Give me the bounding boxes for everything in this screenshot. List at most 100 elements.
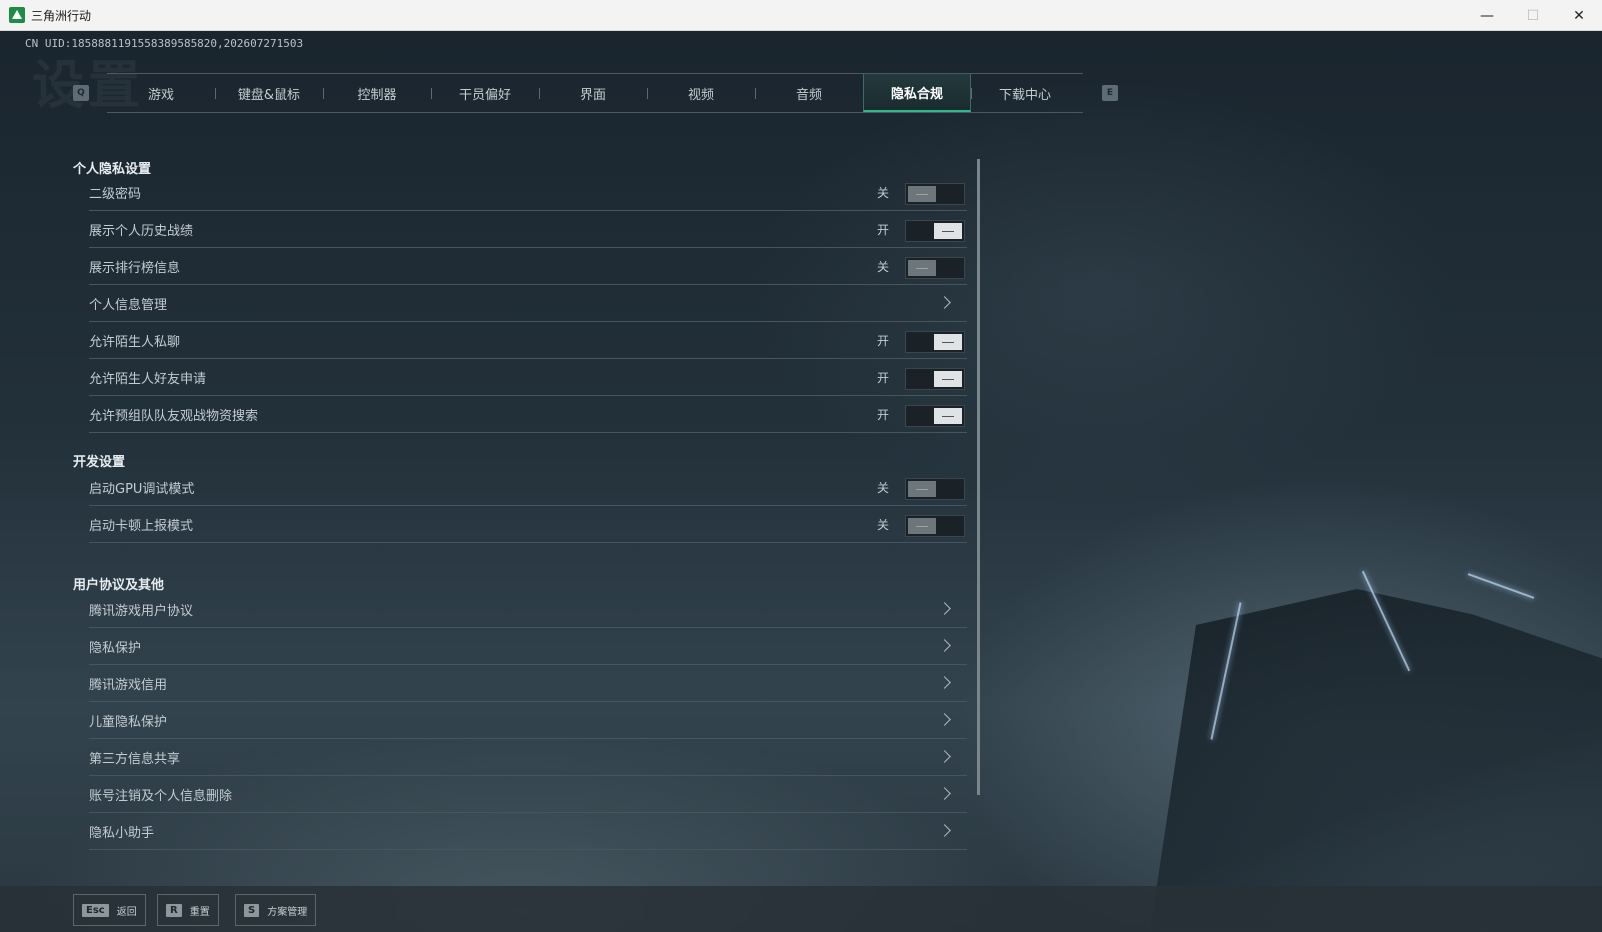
tab-7[interactable]: 隐私合规 [863,74,971,112]
tab-1[interactable]: 键盘&鼠标 [215,74,323,112]
toggle-state-text: 开 [876,222,889,237]
chevron-right-icon [938,602,951,615]
toggle-state-text: 开 [876,370,889,385]
tab-0[interactable]: 游戏 [107,74,215,112]
toggle-switch[interactable] [905,220,965,242]
setting-row[interactable]: 展示排行榜信息 关 [89,248,967,285]
toggle-knob [908,481,936,497]
prev-tab-key-hint[interactable]: Q [73,85,89,101]
setting-label: 启动卡顿上报模式 [89,518,194,534]
setting-label: 腾讯游戏用户协议 [89,603,194,619]
settings-list: 个人隐私设置 二级密码关展示个人历史战绩开展示排行榜信息关个人信息管理 允许陌生人私… [73,156,967,878]
toggle-switch[interactable] [905,331,965,353]
window-titlebar: 三角洲行动 — ☐ ✕ [0,0,1602,31]
next-tab-key-hint[interactable]: E [1102,85,1118,101]
setting-row[interactable]: 允许陌生人私聊 开 [89,322,967,359]
setting-label: 个人信息管理 [89,297,168,313]
toggle-knob [934,334,962,350]
footer-button-2[interactable]: S 方案管理 [235,894,317,926]
tab-3[interactable]: 干员偏好 [431,74,539,112]
footer-button-1[interactable]: R 重置 [157,894,219,926]
minimize-button[interactable]: — [1464,0,1510,31]
background-mountain [1150,589,1602,931]
chevron-right-icon [938,296,951,309]
setting-label: 账号注销及个人信息删除 [89,788,233,804]
setting-row[interactable]: 展示个人历史战绩 开 [89,211,967,248]
setting-label: 展示个人历史战绩 [89,223,194,239]
key-hint: R [166,903,182,917]
setting-label: 二级密码 [89,186,142,202]
setting-label: 隐私小助手 [89,825,155,841]
setting-row[interactable]: 允许预组队队友观战物资搜索 开 [89,396,967,433]
setting-row[interactable]: 儿童隐私保护 [89,702,967,739]
toggle-state-text: 开 [876,407,889,422]
setting-label: 展示排行榜信息 [89,260,181,276]
chevron-right-icon [938,639,951,652]
toggle-knob [908,260,936,276]
setting-label: 儿童隐私保护 [89,714,168,730]
app-logo-icon [9,7,25,23]
toggle-switch[interactable] [905,478,965,500]
setting-row[interactable]: 启动卡顿上报模式 关 [89,506,967,543]
lightning-bolt [1467,573,1535,599]
setting-label: 启动GPU调试模式 [89,481,195,497]
tab-4[interactable]: 界面 [539,74,647,112]
toggle-switch[interactable] [905,405,965,427]
toggle-knob [934,223,962,239]
settings-scrollbar[interactable] [977,159,980,795]
toggle-knob [934,408,962,424]
footer-button-label: 方案管理 [267,906,308,918]
toggle-switch[interactable] [905,257,965,279]
setting-label: 隐私保护 [89,640,142,656]
toggle-state-text: 开 [876,333,889,348]
key-hint: S [244,903,260,917]
chevron-right-icon [938,713,951,726]
setting-row[interactable]: 第三方信息共享 [89,739,967,776]
setting-label: 允许预组队队友观战物资搜索 [89,408,259,424]
toggle-switch[interactable] [905,183,965,205]
toggle-knob [908,186,936,202]
setting-row[interactable]: 个人信息管理 [89,285,967,322]
setting-row[interactable]: 启动GPU调试模式 关 [89,469,967,506]
setting-row[interactable]: 腾讯游戏用户协议 [89,591,967,628]
footer-button-label: 重置 [189,906,210,918]
toggle-state-text: 关 [876,259,889,274]
chevron-right-icon [938,787,951,800]
setting-label: 第三方信息共享 [89,751,181,767]
setting-row[interactable]: 允许陌生人好友申请 开 [89,359,967,396]
setting-label: 腾讯游戏信用 [89,677,168,693]
window-title: 三角洲行动 [31,8,92,23]
key-hint: Esc [82,903,109,917]
footer-button-0[interactable]: Esc 返回 [73,894,146,926]
section-title-dev: 开发设置 [73,455,126,470]
toggle-switch[interactable] [905,515,965,537]
toggle-state-text: 关 [876,517,889,532]
setting-label: 允许陌生人私聊 [89,334,181,350]
setting-row[interactable]: 隐私保护 [89,628,967,665]
toggle-state-text: 关 [876,185,889,200]
tab-2[interactable]: 控制器 [323,74,431,112]
settings-screen: 设置 CN UID:1858881191558389585820,2026072… [0,31,1602,932]
window-controls: — ☐ ✕ [1464,0,1602,31]
chevron-right-icon [938,676,951,689]
setting-row[interactable]: 腾讯游戏信用 [89,665,967,702]
close-button[interactable]: ✕ [1556,0,1602,31]
toggle-state-text: 关 [876,480,889,495]
setting-row[interactable]: 隐私小助手 [89,813,967,850]
maximize-button[interactable]: ☐ [1510,0,1556,31]
tab-8[interactable]: 下载中心 [971,74,1079,112]
chevron-right-icon [938,750,951,763]
toggle-switch[interactable] [905,368,965,390]
setting-row[interactable]: 二级密码 关 [89,174,967,211]
user-uid: CN UID:1858881191558389585820,2026072715… [25,37,304,50]
toggle-knob [908,518,936,534]
tab-6[interactable]: 音频 [755,74,863,112]
setting-row[interactable]: 账号注销及个人信息删除 [89,776,967,813]
chevron-right-icon [938,824,951,837]
settings-tab-bar: 游戏 键盘&鼠标 控制器 干员偏好 界面 视频 音频 隐私合规 下载中心 [107,73,1083,113]
footer-button-label: 返回 [116,906,137,918]
tab-5[interactable]: 视频 [647,74,755,112]
setting-label: 允许陌生人好友申请 [89,371,207,387]
toggle-knob [934,371,962,387]
footer-bar: Esc 返回 R 重置 S 方案管理 [0,886,1602,932]
